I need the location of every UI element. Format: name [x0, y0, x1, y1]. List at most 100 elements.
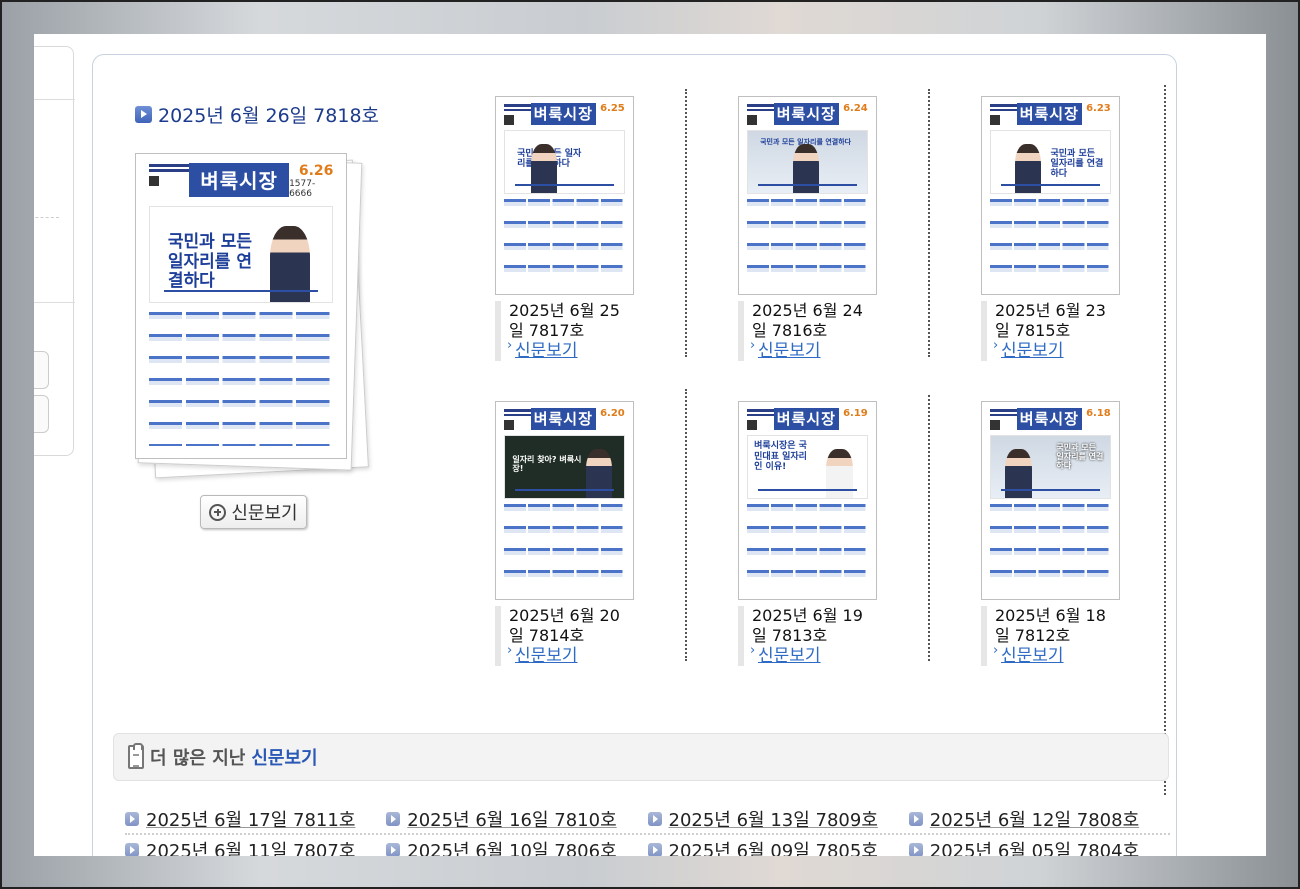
thumbnail-date: 6.24: [843, 102, 868, 114]
arrow-right-icon: [135, 106, 152, 123]
issue-card[interactable]: 벼룩시장6.25 국민과 모든 일자리를 연결하다 2025년 6월 25일 7…: [495, 96, 655, 361]
issue-date-label: 2025년 6월 23일 7815호: [995, 301, 1106, 340]
view-issue-link[interactable]: 신문보기: [507, 641, 630, 666]
masthead-brand: 벼룩시장: [1016, 102, 1082, 125]
classified-grid: [504, 504, 625, 592]
more-archive-accent: 신문보기: [251, 748, 318, 769]
sidebar-button[interactable]: [34, 395, 49, 433]
archive-item[interactable]: 2025년 6월 13일 7809호: [647, 806, 909, 832]
issue-date-label: 2025년 6월 25일 7817호: [509, 301, 620, 340]
view-newspaper-button[interactable]: 신문보기: [200, 495, 307, 529]
newspaper-thumbnail[interactable]: 벼룩시장 6.19 벼룩시장은 국민대표 일자리인 이유!: [738, 401, 877, 600]
column-separator: [1164, 85, 1166, 795]
archive-row: 2025년 6월 11일 7807호 2025년 6월 10일 7806호 20…: [125, 835, 1170, 856]
issue-caption: 2025년 6월 20일 7814호 신문보기: [495, 606, 630, 666]
newspaper-archive-box: 2025년 6월 26일 7818호 벼룩시장 6.26 1577-6666 국민…: [92, 54, 1177, 856]
archive-item[interactable]: 2025년 6월 16일 7810호: [386, 806, 647, 832]
classified-grid: [747, 504, 868, 592]
thumbnail-headline: 국민과 모든 일자리를 연결하다: [1050, 148, 1104, 180]
cover-headline: 국민과 모든 일자리를 연결하다: [167, 232, 252, 292]
archive-item[interactable]: 2025년 6월 17일 7811호: [125, 806, 386, 832]
thumbnail-headline: 벼룩시장은 국민대표 일자리인 이유!: [754, 441, 807, 473]
issue-card[interactable]: 벼룩시장 6.18 국민과 모든 일자리를 연결하다 2025년 6월 18일 7…: [981, 401, 1141, 666]
zoom-in-icon: [209, 503, 227, 521]
masthead-brand: 벼룩시장: [530, 102, 596, 125]
masthead-brand: 벼룩시장: [1016, 407, 1082, 430]
thumbnail-date: 6.19: [843, 407, 868, 419]
newspaper-cover: 벼룩시장 6.26 1577-6666 국민과 모든 일자리를 연결하다: [135, 153, 347, 459]
cover-phone: 1577-6666: [289, 179, 316, 200]
newspaper-thumbnail[interactable]: 벼룩시장 6.23 국민과 모든 일자리를 연결하다: [981, 96, 1120, 295]
view-newspaper-label: 신문보기: [231, 503, 298, 524]
archive-item-label: 2025년 6월 13일 7809호: [668, 810, 878, 831]
issue-card[interactable]: 벼룩시장 6.23 국민과 모든 일자리를 연결하다 2025년 6월 23일 7…: [981, 96, 1141, 361]
issue-date-label: 2025년 6월 18일 7812호: [995, 606, 1106, 645]
issue-caption: 2025년 6월 23일 7815호 신문보기: [981, 301, 1116, 361]
sidebar-divider: [34, 302, 75, 303]
view-issue-link[interactable]: 신문보기: [993, 641, 1116, 666]
archive-list: 2025년 6월 17일 7811호 2025년 6월 16일 7810호 20…: [125, 805, 1170, 856]
thumbnail-headline: 국민과 모든 일자리를 연결하다: [1056, 442, 1104, 470]
issue-date-label: 2025년 6월 20일 7814호: [509, 606, 620, 645]
masthead-brand: 벼룩시장: [773, 102, 839, 125]
sidebar-button[interactable]: [34, 351, 49, 389]
classified-grid: [148, 312, 334, 446]
more-archive-header[interactable]: 더 많은 지난 신문보기: [113, 733, 1169, 781]
issue-caption: 2025년 6월 24일 7816호 신문보기: [738, 301, 873, 361]
issue-card[interactable]: 벼룩시장 6.24 국민과 모든 일자리를 연결하다 2025년 6월 24일 7…: [738, 96, 898, 361]
page: 2025년 6월 26일 7818호 벼룩시장 6.26 1577-6666 국민…: [34, 34, 1266, 856]
left-sidebar-panel: [34, 46, 75, 456]
issue-card[interactable]: 벼룩시장 6.20 일자리 찾아? 벼룩시장! 2025년 6월 20일 7814…: [495, 401, 655, 666]
featured-issue-title-text: 2025년 6월 26일 7818호: [158, 105, 380, 127]
more-archive-prefix: 더 많은 지난: [150, 748, 246, 769]
thumbnail-date: 6.20: [600, 407, 625, 419]
issue-date-label: 2025년 6월 24일 7816호: [752, 301, 863, 340]
thumbnail-date: 6.23: [1086, 102, 1111, 114]
issue-date-label: 2025년 6월 19일 7813호: [752, 606, 863, 645]
newspaper-thumbnail[interactable]: 벼룩시장 6.20 일자리 찾아? 벼룩시장!: [495, 401, 634, 600]
archive-item[interactable]: 2025년 6월 11일 7807호: [125, 837, 386, 856]
view-issue-link[interactable]: 신문보기: [507, 336, 630, 361]
thumbnail-headline: 일자리 찾아? 벼룩시장!: [512, 454, 582, 473]
archive-item-label: 2025년 6월 11일 7807호: [146, 841, 356, 856]
column-separator: [928, 89, 930, 357]
arrow-right-icon: [647, 843, 662, 856]
column-separator: [685, 389, 687, 661]
column-separator: [685, 89, 687, 357]
newspaper-thumbnail[interactable]: 벼룩시장 6.24 국민과 모든 일자리를 연결하다: [738, 96, 877, 295]
featured-issue-title[interactable]: 2025년 6월 26일 7818호: [135, 101, 379, 128]
arrow-right-icon: [386, 812, 401, 826]
archive-item-label: 2025년 6월 12일 7808호: [929, 810, 1140, 831]
newspaper-thumbnail[interactable]: 벼룩시장 6.18 국민과 모든 일자리를 연결하다: [981, 401, 1120, 600]
issue-card[interactable]: 벼룩시장 6.19 벼룩시장은 국민대표 일자리인 이유! 2025년 6월 19…: [738, 401, 898, 666]
view-issue-link[interactable]: 신문보기: [750, 641, 873, 666]
featured-paper[interactable]: 벼룩시장 6.26 1577-6666 국민과 모든 일자리를 연결하다: [135, 153, 375, 479]
archive-item[interactable]: 2025년 6월 05일 7804호: [908, 837, 1170, 856]
issue-caption: 2025년 6월 18일 7812호 신문보기: [981, 606, 1116, 666]
column-separator: [928, 395, 930, 661]
masthead-brand: 벼룩시장: [189, 163, 290, 197]
issue-caption: 2025년 6월 25일 7817호 신문보기: [495, 301, 630, 361]
classified-grid: [990, 504, 1111, 592]
classified-grid: [747, 199, 868, 287]
archive-item[interactable]: 2025년 6월 10일 7806호: [386, 837, 647, 856]
newspaper-thumbnail[interactable]: 벼룩시장6.25 국민과 모든 일자리를 연결하다: [495, 96, 634, 295]
archive-item-label: 2025년 6월 17일 7811호: [146, 810, 356, 831]
issue-caption: 2025년 6월 19일 7813호 신문보기: [738, 606, 873, 666]
cover-date: 6.26: [298, 163, 334, 180]
classified-grid: [504, 199, 625, 287]
archive-item[interactable]: 2025년 6월 09일 7805호: [647, 837, 909, 856]
classified-grid: [990, 199, 1111, 287]
clipboard-icon: [128, 743, 144, 769]
view-issue-link[interactable]: 신문보기: [750, 336, 873, 361]
sidebar-divider: [34, 217, 59, 218]
archive-row: 2025년 6월 17일 7811호 2025년 6월 16일 7810호 20…: [125, 805, 1170, 835]
arrow-right-icon: [386, 843, 401, 856]
archive-item-label: 2025년 6월 05일 7804호: [929, 841, 1140, 856]
arrow-right-icon: [647, 812, 662, 826]
thumbnail-date: 6.25: [600, 102, 625, 114]
sidebar-divider: [34, 99, 75, 100]
arrow-right-icon: [125, 812, 139, 826]
view-issue-link[interactable]: 신문보기: [993, 336, 1116, 361]
archive-item[interactable]: 2025년 6월 12일 7808호: [908, 806, 1170, 832]
